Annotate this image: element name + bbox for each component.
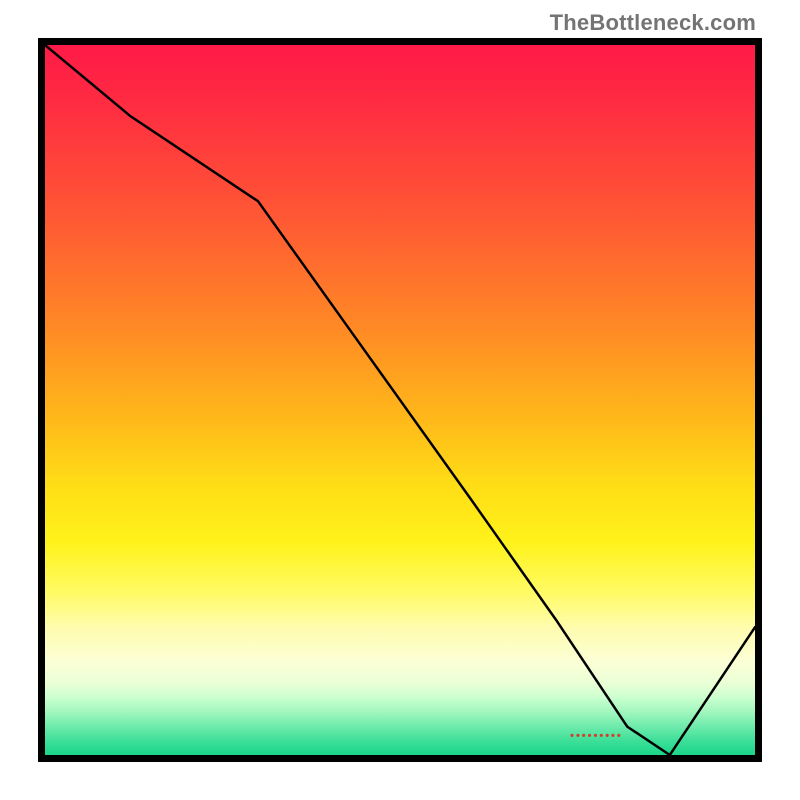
- trough-annotation: •••••••••: [570, 730, 623, 742]
- watermark-text: TheBottleneck.com: [550, 10, 756, 36]
- plot-area: •••••••••: [38, 38, 762, 762]
- background-gradient: [45, 45, 755, 755]
- chart-stage: TheBottleneck.com •••••••••: [0, 0, 800, 800]
